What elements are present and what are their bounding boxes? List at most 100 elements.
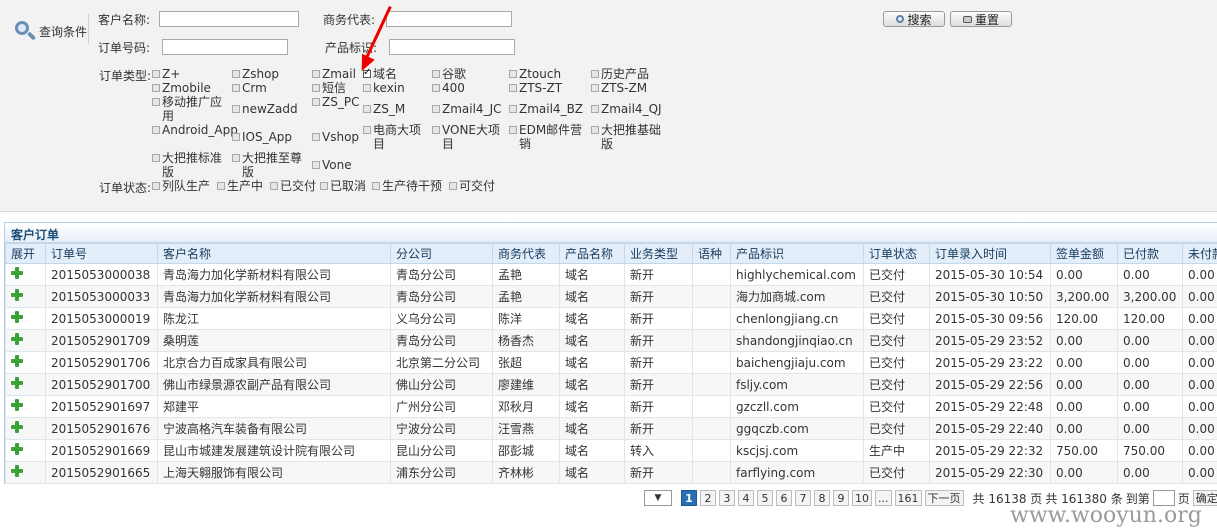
checkbox-icon[interactable]: [152, 154, 160, 162]
page-number-button[interactable]: 3: [719, 490, 735, 506]
customer-name-link[interactable]: 青岛海力加化学新材料有限公司: [157, 285, 391, 308]
checkbox-icon[interactable]: [320, 182, 328, 190]
product-id-link[interactable]: fsljy.com: [730, 373, 864, 396]
column-header[interactable]: 订单状态: [863, 243, 930, 264]
expand-plus-icon[interactable]: [11, 465, 23, 477]
product-id-link[interactable]: ggqczb.com: [730, 417, 864, 440]
expand-plus-icon[interactable]: [11, 311, 23, 323]
order-type-checkbox[interactable]: 大把推基础版: [591, 123, 663, 151]
order-status-checkbox[interactable]: 可交付: [449, 179, 495, 193]
checkbox-icon[interactable]: [152, 98, 160, 106]
column-header[interactable]: 语种: [692, 243, 731, 264]
column-header[interactable]: 分公司: [390, 243, 493, 264]
order-no-input[interactable]: [162, 39, 288, 55]
expand-plus-icon[interactable]: [11, 267, 23, 279]
order-type-checkbox[interactable]: Zmail4_BZ: [509, 102, 589, 116]
order-type-checkbox[interactable]: 短信: [312, 81, 362, 95]
order-status-checkbox[interactable]: 生产待干预: [372, 179, 442, 193]
order-type-checkbox[interactable]: 历史产品: [591, 67, 663, 81]
order-type-checkbox[interactable]: 谷歌: [432, 67, 502, 81]
column-header[interactable]: 订单录入时间: [929, 243, 1051, 264]
order-type-checkbox[interactable]: kexin: [363, 81, 425, 95]
order-type-checkbox[interactable]: Zshop: [232, 67, 308, 81]
checkbox-icon[interactable]: [509, 126, 517, 134]
order-type-checkbox[interactable]: 大把推至尊版: [232, 151, 308, 179]
order-type-checkbox[interactable]: Zmail4_QJ: [591, 102, 663, 116]
order-number-link[interactable]: 2015052901665: [45, 461, 158, 484]
customer-name-link[interactable]: 佛山市绿景源农副产品有限公司: [157, 373, 391, 396]
order-number-link[interactable]: 2015052901676: [45, 417, 158, 440]
order-type-checkbox[interactable]: VONE大项目: [432, 123, 502, 151]
column-header[interactable]: 产品名称: [559, 243, 625, 264]
order-number-link[interactable]: 2015052901709: [45, 329, 158, 352]
customer-name-link[interactable]: 青岛海力加化学新材料有限公司: [157, 263, 391, 286]
order-number-link[interactable]: 2015053000019: [45, 307, 158, 330]
checkbox-icon[interactable]: [152, 70, 160, 78]
page-number-button[interactable]: 161: [894, 490, 922, 506]
checkbox-icon[interactable]: [591, 105, 599, 113]
order-number-link[interactable]: 2015052901669: [45, 439, 158, 462]
order-type-checkbox[interactable]: Zmail: [312, 67, 362, 81]
product-id-link[interactable]: gzczll.com: [730, 395, 864, 418]
order-type-checkbox[interactable]: Ztouch: [509, 67, 589, 81]
order-type-checkbox[interactable]: Z+: [152, 67, 232, 81]
order-number-link[interactable]: 2015053000033: [45, 285, 158, 308]
page-number-button[interactable]: 8: [814, 490, 830, 506]
column-header[interactable]: 产品标识: [730, 243, 864, 264]
order-number-link[interactable]: 2015052901706: [45, 351, 158, 374]
column-header[interactable]: 订单号: [45, 243, 158, 264]
checkbox-icon[interactable]: [509, 105, 517, 113]
checkbox-icon[interactable]: [312, 70, 320, 78]
checkbox-icon[interactable]: [232, 70, 240, 78]
product-id-link[interactable]: 海力加商城.com: [730, 285, 864, 308]
order-type-checkbox[interactable]: Vone: [312, 158, 362, 172]
order-type-checkbox[interactable]: ZS_PC: [312, 95, 362, 109]
checkbox-icon[interactable]: [152, 84, 160, 92]
checkbox-icon[interactable]: [509, 84, 517, 92]
page-number-button[interactable]: 1: [681, 490, 697, 506]
checkbox-icon[interactable]: [152, 182, 160, 190]
customer-name-link[interactable]: 陈龙江: [157, 307, 391, 330]
business-rep-input[interactable]: [386, 11, 512, 27]
product-id-link[interactable]: chenlongjiang.cn: [730, 307, 864, 330]
customer-name-link[interactable]: 昆山市城建发展建筑设计院有限公司: [157, 439, 391, 462]
checkbox-icon[interactable]: [363, 105, 371, 113]
checkbox-icon[interactable]: [232, 133, 240, 141]
order-type-checkbox[interactable]: 电商大项目: [363, 123, 425, 151]
column-header[interactable]: 签单金额: [1050, 243, 1118, 264]
expand-plus-icon[interactable]: [11, 289, 23, 301]
product-id-link[interactable]: highlychemical.com: [730, 263, 864, 286]
page-number-button[interactable]: 6: [776, 490, 792, 506]
product-id-link[interactable]: kscjsj.com: [730, 439, 864, 462]
page-number-button[interactable]: 4: [738, 490, 754, 506]
expand-plus-icon[interactable]: [11, 333, 23, 345]
product-id-link[interactable]: baichengjiaju.com: [730, 351, 864, 374]
expand-plus-icon[interactable]: [11, 399, 23, 411]
checkbox-icon[interactable]: [432, 70, 440, 78]
page-number-button[interactable]: 9: [833, 490, 849, 506]
checkbox-icon[interactable]: [312, 161, 320, 169]
page-number-button[interactable]: ...: [875, 490, 892, 506]
order-type-checkbox[interactable]: 移动推广应用: [152, 95, 232, 123]
expand-plus-icon[interactable]: [11, 355, 23, 367]
customer-name-link[interactable]: 北京合力百成家具有限公司: [157, 351, 391, 374]
reset-button[interactable]: 重置: [950, 11, 1012, 27]
checkbox-icon[interactable]: [432, 126, 440, 134]
order-status-checkbox[interactable]: 已取消: [320, 179, 366, 193]
order-status-checkbox[interactable]: 生产中: [217, 179, 263, 193]
order-type-checkbox[interactable]: 大把推标准版: [152, 151, 232, 179]
order-type-checkbox[interactable]: ZTS-ZT: [509, 81, 589, 95]
customer-name-input[interactable]: [159, 11, 299, 27]
order-type-checkbox[interactable]: IOS_App: [232, 130, 308, 144]
checkbox-icon[interactable]: [312, 98, 320, 106]
order-number-link[interactable]: 2015052901697: [45, 395, 158, 418]
checkbox-icon[interactable]: [449, 182, 457, 190]
order-type-checkbox[interactable]: Crm: [232, 81, 308, 95]
order-type-checkbox[interactable]: newZadd: [232, 102, 308, 116]
page-number-button[interactable]: 5: [757, 490, 773, 506]
order-type-checkbox[interactable]: ZS_M: [363, 102, 425, 116]
checkbox-icon[interactable]: [217, 182, 225, 190]
order-type-checkbox[interactable]: Android_App: [152, 123, 238, 137]
checkbox-icon[interactable]: [232, 154, 240, 162]
expand-plus-icon[interactable]: [11, 421, 23, 433]
